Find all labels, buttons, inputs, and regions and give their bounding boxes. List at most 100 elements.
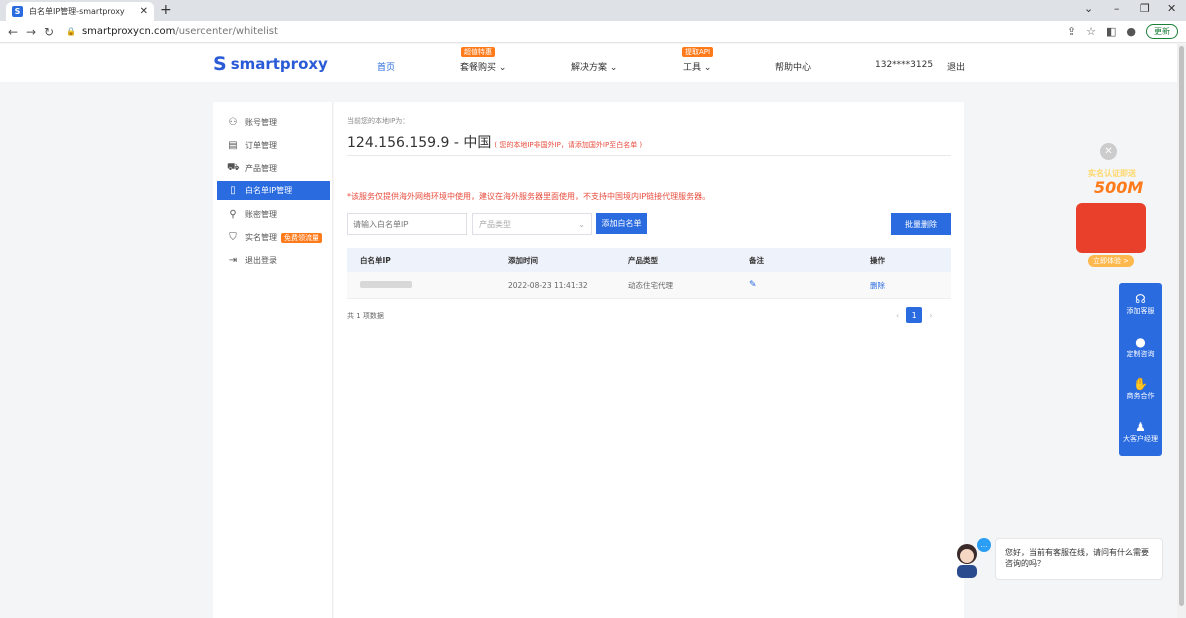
float-label: 大客户经理 xyxy=(1123,435,1158,443)
edit-note-icon[interactable]: ✎ xyxy=(749,280,757,290)
float-custom-consult[interactable]: ● 定制咨询 xyxy=(1119,335,1162,359)
share-icon[interactable]: ⇪ xyxy=(1067,25,1076,38)
update-button[interactable]: 更新 xyxy=(1146,24,1178,39)
profile-icon[interactable]: ● xyxy=(1126,25,1136,38)
sidebar-item-label: 白名单IP管理 xyxy=(245,186,293,195)
redacted-ip xyxy=(360,280,412,288)
bookmark-star-icon[interactable]: ☆ xyxy=(1086,25,1096,38)
add-whitelist-button[interactable]: 添加白名单 xyxy=(596,213,647,234)
gift-box-icon xyxy=(1076,203,1146,253)
column-header: 备注 xyxy=(749,255,764,265)
local-ip-value: 124.156.159.9 - 中国 xyxy=(347,135,492,151)
service-warning: *该服务仅提供海外网络环境中使用，建议在海外服务器里面使用，不支持中国境内IP链… xyxy=(347,192,711,201)
sidebar-item-label: 实名管理 xyxy=(245,233,277,242)
float-account-manager[interactable]: ♟ 大客户经理 xyxy=(1119,420,1162,444)
close-tab-icon[interactable]: ✕ xyxy=(140,6,148,17)
minimize-icon[interactable]: – xyxy=(1114,2,1120,15)
handshake-icon: ✋ xyxy=(1133,377,1148,391)
chat-icon: ● xyxy=(1135,335,1146,349)
window-close-icon[interactable]: ✕ xyxy=(1167,2,1176,15)
product-type-placeholder: 产品类型 xyxy=(479,219,511,229)
float-label: 定制咨询 xyxy=(1126,350,1155,358)
sidebar-item-realname[interactable]: ⛉ 实名管理 免费领流量 xyxy=(217,228,330,247)
order-icon: ▤ xyxy=(228,140,238,151)
action-cell: 删除 xyxy=(870,280,951,291)
promo-close-icon[interactable]: ✕ xyxy=(1100,143,1117,160)
sidebar-item-products[interactable]: ⛟ 产品管理 xyxy=(217,159,330,178)
nav-help[interactable]: 帮助中心 xyxy=(775,60,811,73)
reload-icon[interactable]: ↻ xyxy=(40,25,58,39)
address-bar: ← → ↻ 🔒 smartproxycn.com/usercenter/whit… xyxy=(0,21,1186,43)
note-cell: ✎ xyxy=(749,280,870,290)
free-traffic-badge: 免费领流量 xyxy=(281,232,322,243)
user-icon: ⚇ xyxy=(228,117,238,128)
sidebar-item-whitelist[interactable]: ▯ 白名单IP管理 xyxy=(217,181,330,200)
whitelist-ip-cell xyxy=(347,280,508,290)
browser-actions: ⇪ ☆ ◧ ● 更新 xyxy=(1067,24,1178,39)
lock-icon: 🔒 xyxy=(66,27,76,36)
sidebar-item-orders[interactable]: ▤ 订单管理 xyxy=(217,136,330,155)
new-tab-icon[interactable]: + xyxy=(160,2,172,18)
sidebar-item-label: 订单管理 xyxy=(245,141,277,150)
cart-icon: ⛟ xyxy=(227,162,240,173)
float-label: 商务合作 xyxy=(1126,392,1155,400)
float-business[interactable]: ✋ 商务合作 xyxy=(1119,377,1162,401)
sidebar-item-account[interactable]: ⚇ 账号管理 xyxy=(217,113,330,132)
logout-icon: ⇥ xyxy=(228,255,238,266)
tab-title: 白名单IP管理-smartproxy xyxy=(29,7,125,16)
batch-delete-button[interactable]: 批量删除 xyxy=(891,213,951,235)
logout-link[interactable]: 退出 xyxy=(947,60,965,73)
table-header: 白名单IP 添加时间 产品类型 备注 操作 xyxy=(347,248,951,272)
back-icon[interactable]: ← xyxy=(4,25,22,39)
logo[interactable]: S smartproxy xyxy=(213,53,328,75)
column-header: 白名单IP xyxy=(360,255,391,265)
nav-tools[interactable]: 工具 ⌄ xyxy=(683,60,711,73)
logo-mark-icon: S xyxy=(213,53,227,75)
headset-icon: ☊ xyxy=(1135,292,1146,306)
sidebar-item-credentials[interactable]: ⚲ 账密管理 xyxy=(217,205,330,224)
url-host: smartproxycn.com xyxy=(81,26,176,37)
shield-icon: ⛉ xyxy=(229,232,237,243)
sidebar: ⚇ 账号管理 ▤ 订单管理 ⛟ 产品管理 ▯ 白名单IP管理 ⚲ 账密管理 ⛉ … xyxy=(213,102,333,618)
forward-icon[interactable]: → xyxy=(22,25,40,39)
chat-notification-icon: … xyxy=(977,538,991,552)
promo-try-button[interactable]: 立即体验 > xyxy=(1088,255,1134,267)
whitelist-ip-input[interactable] xyxy=(347,213,467,235)
ip-note: ( 您的本地IP非国外IP，请添加国外IP至白名单 ) xyxy=(494,141,643,149)
nav-solutions[interactable]: 解决方案 ⌄ xyxy=(571,60,617,73)
sidebar-item-label: 账密管理 xyxy=(245,210,277,219)
float-add-support[interactable]: ☊ 添加客服 xyxy=(1119,292,1162,316)
promo-amount: 500M xyxy=(1094,178,1144,197)
scrollbar-thumb[interactable] xyxy=(1179,46,1184,606)
nav-home[interactable]: 首页 xyxy=(377,60,395,73)
user-key-icon: ⚲ xyxy=(229,209,237,220)
column-header: 操作 xyxy=(870,255,885,265)
main-panel: 当前您的本地IP为： 124.156.159.9 - 中国 ( 您的本地IP非国… xyxy=(334,102,964,618)
next-page-icon[interactable]: › xyxy=(929,311,932,320)
sidebar-item-logout[interactable]: ⇥ 退出登录 xyxy=(217,251,330,270)
person-icon: ♟ xyxy=(1135,420,1146,434)
user-account[interactable]: 132****3125 xyxy=(875,60,933,70)
sidebar-item-label: 产品管理 xyxy=(245,164,277,173)
url-field[interactable]: 🔒 smartproxycn.com/usercenter/whitelist xyxy=(66,26,278,37)
site-header: S smartproxy 首页 超值特惠 套餐购买 ⌄ 解决方案 ⌄ 提取API… xyxy=(0,44,1186,82)
restore-icon[interactable]: ❐ xyxy=(1140,2,1150,15)
prev-page-icon[interactable]: ‹ xyxy=(896,311,899,320)
product-type-cell: 动态住宅代理 xyxy=(628,280,673,290)
browser-tab[interactable]: S 白名单IP管理-smartproxy ✕ xyxy=(6,2,154,21)
delete-link[interactable]: 删除 xyxy=(870,281,885,290)
column-header: 产品类型 xyxy=(628,255,658,265)
sidepanel-icon[interactable]: ◧ xyxy=(1106,25,1116,38)
ip-line: 124.156.159.9 - 中国 ( 您的本地IP非国外IP，请添加国外IP… xyxy=(347,132,642,152)
pagination: ‹ 1 › xyxy=(896,307,932,323)
page-number[interactable]: 1 xyxy=(906,307,923,323)
float-label: 添加客服 xyxy=(1126,307,1155,315)
chat-bubble[interactable]: 您好，当前有客服在线，请问有什么需要咨询的吗？ xyxy=(995,538,1163,580)
promo-banner[interactable]: 实名认证即送 500M 立即体验 > xyxy=(1058,163,1158,273)
tab-search-icon[interactable]: ⌄ xyxy=(1084,2,1093,15)
product-type-select[interactable]: 产品类型 ⌄ xyxy=(472,213,592,235)
nav-badge-deal: 超值特惠 xyxy=(461,47,495,57)
nav-packages[interactable]: 套餐购买 ⌄ xyxy=(460,60,506,73)
total-count: 共 1 项数据 xyxy=(347,312,384,320)
ip-label: 当前您的本地IP为： xyxy=(347,117,410,125)
